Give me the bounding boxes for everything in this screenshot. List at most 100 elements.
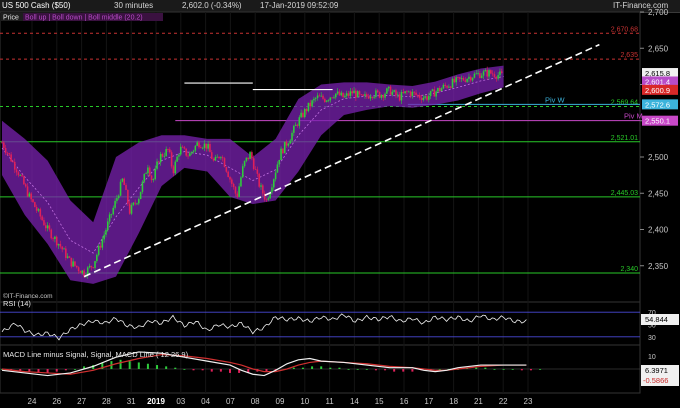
macd-bar [402,369,405,372]
candle-body [488,70,490,77]
candle-body [360,94,363,96]
candle-body [491,73,494,75]
candle-body [305,109,308,112]
candle-body [271,187,273,193]
candle-body [150,175,153,181]
candle-body [490,70,492,74]
candle-body [336,91,339,94]
candle-body [479,73,481,78]
x-tick-label: 22 [499,397,508,406]
candle-body [114,200,116,208]
candle-body [484,69,487,72]
candle-body [378,91,381,98]
candle-body [50,229,53,239]
candle-body [355,90,357,98]
candle-body [280,148,282,160]
x-tick-label: 18 [449,397,458,406]
candle-body [101,239,104,248]
candle-body [340,92,343,96]
x-tick-label: 26 [52,397,61,406]
candle-body [156,161,158,169]
candle-body [296,124,299,126]
candle-body [411,91,414,96]
candle-body [291,132,293,141]
candle-body [8,153,11,155]
candle-body [449,86,452,88]
candle-body [294,124,297,126]
candle-body [165,149,167,156]
candle-body [240,177,242,187]
candle-body [123,178,126,186]
candle-body [371,96,374,98]
candle-body [163,155,166,157]
candle-body [231,179,233,184]
candle-body [172,166,175,174]
macd-bar [475,367,478,369]
candle-body [471,77,474,81]
candle-body [75,265,78,268]
macd-bar [201,369,204,371]
macd-bar [511,369,514,370]
candle-body [437,87,439,92]
candle-body [274,172,277,180]
macd-bar [128,361,131,369]
candle-body [17,172,20,176]
candle-body [386,88,388,94]
macd-bar [338,367,341,369]
candle-body [41,216,43,221]
candle-body [442,84,445,89]
candle-body [316,95,319,99]
x-tick-label: 17 [424,397,433,406]
candle-body [486,69,488,77]
candle-body [59,243,62,247]
candle-body [293,125,295,133]
candle-body [287,143,290,146]
candle-body [318,95,321,97]
candle-body [223,158,226,168]
candle-body [174,161,177,174]
macd-bar [493,369,496,370]
macd-bar [137,362,140,369]
candle-body [382,95,385,98]
candle-body [170,152,173,167]
rsi-tick-label: 30 [648,335,656,342]
candle-body [97,245,100,255]
candle-body [477,73,479,74]
candle-body [30,193,32,200]
candle-body [358,91,361,95]
candle-body [400,92,403,101]
candle-body [121,178,124,182]
candle-body [57,243,60,246]
candle-body [229,177,231,180]
candle-body [37,209,40,211]
candle-body [404,91,406,94]
candle-body [311,100,313,107]
candle-body [141,181,144,192]
candle-body [238,186,240,197]
candle-body [110,214,113,215]
candle-body [198,142,200,148]
x-tick-label: 09 [276,397,285,406]
candle-body [1,142,3,144]
candle-body [438,87,441,92]
candle-body [446,85,448,88]
chart-canvas[interactable]: 2,670.68 2,635 2,569.64 2,521.01 2,445.03 2,3… [0,0,680,408]
candle-body [189,153,191,157]
y-tick-label: 2,450 [648,189,669,198]
candle-body [74,261,76,266]
x-tick-label: 10 [300,397,309,406]
candle-body [167,149,169,150]
candle-body [440,88,443,92]
candle-body [216,156,219,158]
candle-body [417,94,419,96]
candle-body [21,175,23,177]
candle-body [260,185,262,187]
candle-body [196,142,198,146]
candle-body [34,202,36,208]
candle-body [407,91,410,93]
candle-body [32,199,34,203]
candle-body [130,204,133,214]
candle-body [70,257,73,267]
candle-body [272,179,275,188]
candle-body [119,181,122,196]
